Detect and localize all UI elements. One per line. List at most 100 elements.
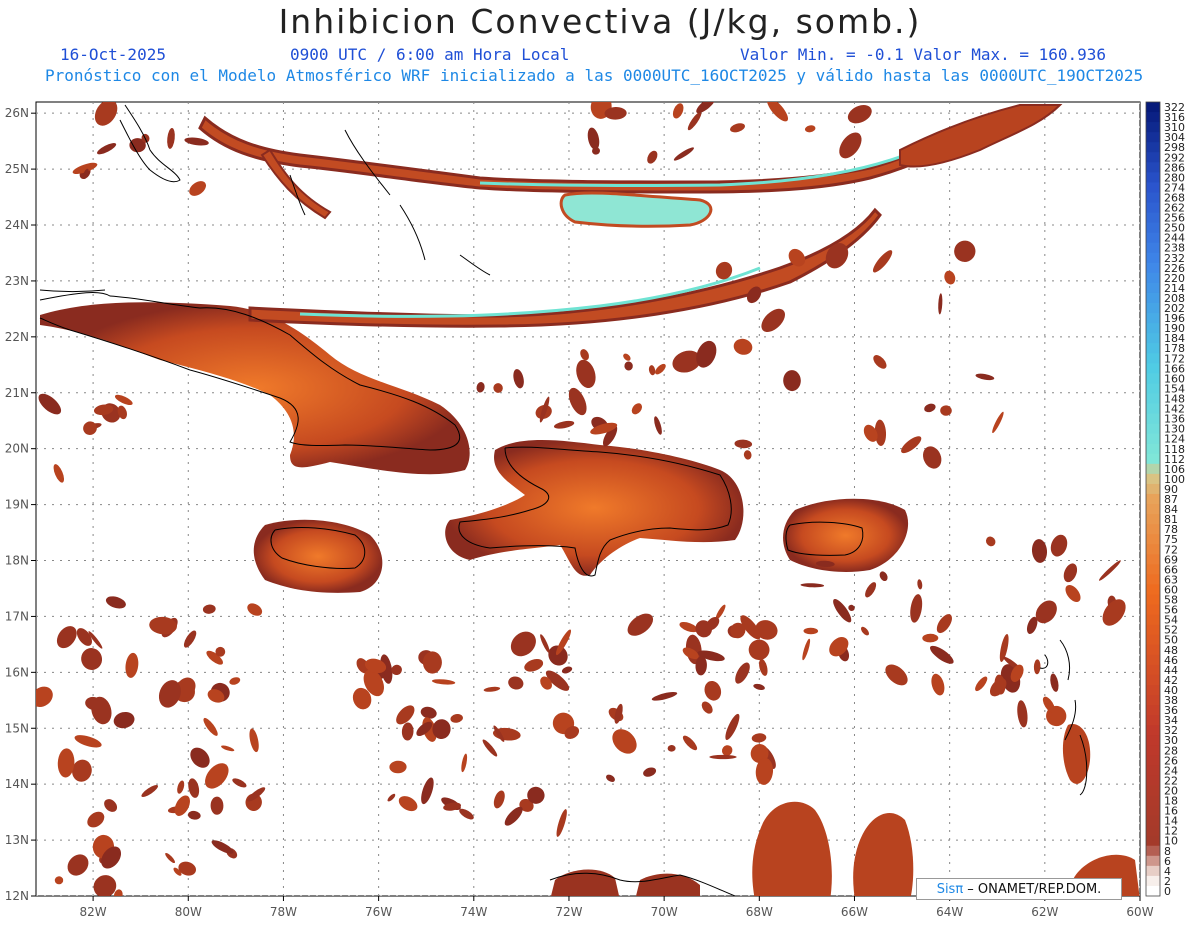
colorbar-segment: [1146, 855, 1160, 867]
colorbar-segment: [1146, 403, 1160, 415]
colorbar-segment: [1146, 423, 1160, 435]
lat-label: 20N: [5, 442, 29, 456]
lat-label: 14N: [5, 777, 29, 791]
colorbar-segment: [1146, 805, 1160, 817]
convective-cell: [709, 754, 737, 760]
colorbar-segment: [1146, 252, 1160, 264]
colorbar-segment: [1146, 504, 1160, 515]
colorbar-segment: [1146, 795, 1160, 807]
colorbar-segment: [1146, 745, 1160, 756]
colorbar-segment: [1146, 493, 1160, 505]
colorbar-segment: [1146, 393, 1160, 405]
colorbar-segment: [1146, 845, 1160, 857]
lon-label: 64W: [936, 905, 963, 919]
colorbar-segment: [1146, 132, 1160, 143]
colorbar-segment: [1146, 634, 1160, 646]
colorbar-segment: [1146, 303, 1160, 314]
colorbar-segment: [1146, 162, 1160, 173]
colorbar-segment: [1146, 624, 1160, 636]
colorbar-segment: [1146, 644, 1160, 656]
colorbar-segment: [1146, 594, 1160, 606]
credit-box: Sisπ – ONAMET/REP.DOM.: [916, 878, 1122, 900]
colorbar-segment: [1146, 222, 1160, 234]
colorbar-segment: [1146, 825, 1160, 837]
colorbar-segment: [1146, 483, 1160, 495]
convective-cell: [422, 651, 442, 674]
colorbar-segment: [1146, 102, 1160, 113]
colorbar-segment: [1146, 815, 1160, 827]
lon-label: 76W: [365, 905, 392, 919]
lat-label: 12N: [5, 889, 29, 903]
colorbar-segment: [1146, 172, 1160, 183]
colorbar-segment: [1146, 212, 1160, 224]
colorbar-segment: [1146, 614, 1160, 626]
colorbar-segment: [1146, 152, 1160, 163]
colorbar-segment: [1146, 544, 1160, 555]
colorbar-segment: [1146, 232, 1160, 244]
colorbar-segment: [1146, 413, 1160, 425]
map-title: Inhibicion Convectiva (J/kg, somb.): [278, 2, 922, 41]
colorbar-segment: [1146, 755, 1160, 766]
colorbar-label: 0: [1164, 885, 1171, 898]
lat-label: 24N: [5, 218, 29, 232]
colorbar-segment: [1146, 142, 1160, 153]
colorbar-segment: [1146, 112, 1160, 123]
lon-label: 68W: [746, 905, 773, 919]
lat-label: 17N: [5, 609, 29, 623]
colorbar-segment: [1146, 584, 1160, 595]
colorbar-segment: [1146, 333, 1160, 344]
lon-label: 78W: [270, 905, 297, 919]
lon-label: 72W: [555, 905, 582, 919]
lat-label: 25N: [5, 162, 29, 176]
colorbar-segment: [1146, 262, 1160, 274]
colorbar-segment: [1146, 534, 1160, 545]
lat-label: 26N: [5, 106, 29, 120]
lat-label: 16N: [5, 665, 29, 679]
lat-label: 13N: [5, 833, 29, 847]
colorbar-segment: [1146, 564, 1160, 575]
colorbar-segment: [1146, 694, 1160, 706]
colorbar-segment: [1146, 835, 1160, 847]
forecast-note: Pronóstico con el Modelo Atmosférico WRF…: [45, 66, 1144, 85]
colorbar-segment: [1146, 473, 1160, 485]
colorbar-segment: [1146, 524, 1160, 535]
lon-label: 66W: [841, 905, 868, 919]
colorbar-segment: [1146, 775, 1160, 786]
lon-label: 80W: [175, 905, 202, 919]
colorbar-segment: [1146, 453, 1160, 465]
credit-text: – ONAMET/REP.DOM.: [963, 882, 1102, 897]
colorbar-segment: [1146, 292, 1160, 304]
lon-label: 60W: [1126, 905, 1153, 919]
cyan-blob: [559, 191, 713, 228]
colorbar-segment: [1146, 373, 1160, 384]
colorbar-segment: [1146, 363, 1160, 374]
colorbar-segment: [1146, 122, 1160, 133]
colorbar-segment: [1146, 574, 1160, 585]
colorbar-segment: [1146, 282, 1160, 294]
colorbar-segment: [1146, 323, 1160, 334]
colorbar-segment: [1146, 192, 1160, 204]
forecast-date: 16-Oct-2025: [60, 45, 166, 64]
colorbar-segment: [1146, 604, 1160, 616]
colorbar-segment: [1146, 182, 1160, 193]
lat-label: 23N: [5, 274, 29, 288]
colorbar-segment: [1146, 765, 1160, 776]
colorbar-segment: [1146, 725, 1160, 736]
forecast-time: 0900 UTC / 6:00 am Hora Local: [290, 45, 570, 64]
colorbar-segment: [1146, 705, 1160, 716]
colorbar-segment: [1146, 433, 1160, 445]
colorbar-segment: [1146, 735, 1160, 746]
colorbar-segment: [1146, 313, 1160, 324]
forecast-map: 82W 80W 78W 76W 74W 72W 70W 68W 66W 64W 62W 60W 26N 2…: [5, 101, 1185, 919]
colorbar-segment: [1146, 715, 1160, 726]
lat-label: 21N: [5, 386, 29, 400]
sis-logo-text: Sisπ: [936, 882, 964, 897]
colorbar-segment: [1146, 684, 1160, 696]
colorbar-segment: [1146, 785, 1160, 796]
lat-label: 15N: [5, 721, 29, 735]
colorbar-segment: [1146, 654, 1160, 666]
lon-label: 74W: [460, 905, 487, 919]
colorbar-segment: [1146, 514, 1160, 525]
colorbar-segment: [1146, 443, 1160, 455]
lon-label: 82W: [80, 905, 107, 919]
